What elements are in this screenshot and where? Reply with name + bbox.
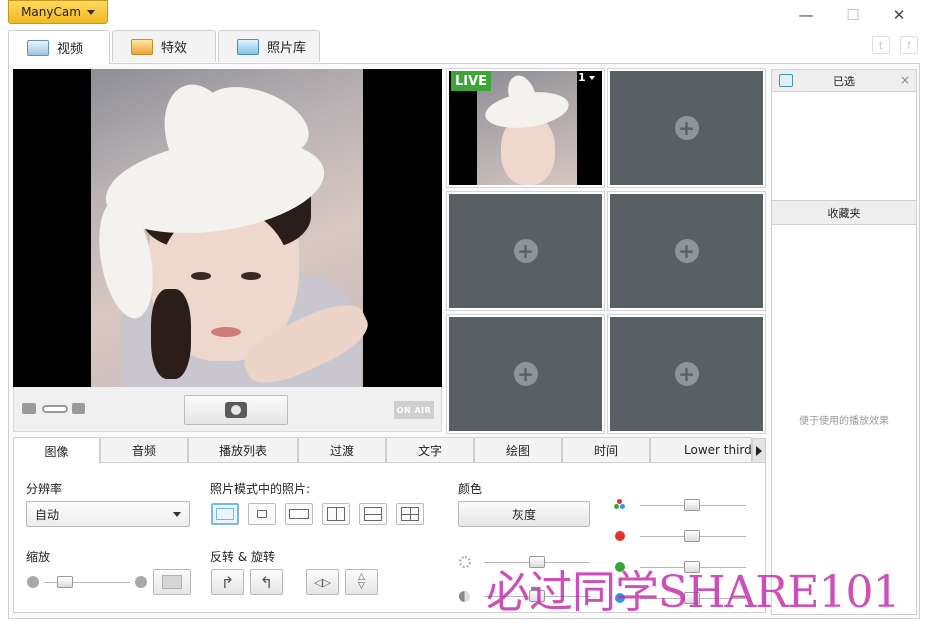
double-frame-icon <box>289 509 309 519</box>
gallery-icon <box>237 38 259 55</box>
minimize-button[interactable]: — <box>784 4 828 26</box>
effects-image-icon <box>131 38 153 55</box>
selected-panel <box>771 69 917 615</box>
red-slider-thumb[interactable] <box>684 530 700 542</box>
add-source-icon[interactable]: + <box>674 116 699 140</box>
photo-mode-label: 照片模式中的照片: <box>210 482 311 496</box>
flip-rotate-label: 反转 & 旋转 <box>210 550 275 564</box>
webcam-icon <box>27 39 49 56</box>
flip-horizontal-icon: ◁▷ <box>314 575 331 589</box>
resolution-select[interactable]: 自动 <box>26 501 190 527</box>
add-source-icon[interactable]: + <box>674 239 699 263</box>
grayscale-button[interactable]: 灰度 <box>458 501 590 527</box>
brightness-icon <box>459 556 471 568</box>
live-slot-4[interactable]: + <box>607 191 766 311</box>
tab-effects-label: 特效 <box>161 41 188 56</box>
live-slot-2[interactable]: + <box>607 68 766 188</box>
photo-mode-double-button[interactable] <box>285 503 313 525</box>
subtab-image[interactable]: 图像 <box>13 437 100 464</box>
camera-feed-image <box>90 69 376 387</box>
zoom-slider-thumb[interactable] <box>57 576 73 588</box>
rotate-left-button[interactable]: ↰ <box>250 569 283 595</box>
camera-icon <box>225 402 247 418</box>
rotate-left-icon: ↰ <box>259 572 274 592</box>
slot-number-dropdown[interactable]: 1 <box>578 71 595 84</box>
zoom-label: 缩放 <box>26 550 51 564</box>
camera-preview[interactable] <box>13 69 442 387</box>
color-label: 颜色 <box>458 482 483 496</box>
rgb-balance-icon <box>614 499 626 511</box>
frame-icon <box>162 575 182 589</box>
add-source-icon[interactable]: + <box>674 362 699 386</box>
grayscale-button-label: 灰度 <box>511 507 536 522</box>
video-camera-icon[interactable] <box>22 403 36 414</box>
twitter-icon[interactable]: t <box>872 36 890 54</box>
tab-gallery[interactable]: 照片库 <box>218 30 320 62</box>
on-air-indicator[interactable]: ON AIR <box>394 401 434 419</box>
photo-mode-single-button[interactable] <box>248 503 276 525</box>
split-vertical-icon <box>327 507 345 521</box>
rotate-right-button[interactable]: ↱ <box>211 569 244 595</box>
snapshot-button[interactable] <box>184 395 288 425</box>
zoom-reset-button[interactable] <box>153 569 191 595</box>
app-menu-button[interactable]: ManyCam <box>8 0 108 24</box>
close-icon[interactable]: × <box>900 73 910 87</box>
live-slot-5[interactable]: + <box>446 314 605 434</box>
rotate-right-icon: ↱ <box>220 572 235 592</box>
split-quad-icon <box>401 507 419 521</box>
tab-video-label: 视频 <box>57 42 84 57</box>
flip-horizontal-button[interactable]: ◁▷ <box>306 569 339 595</box>
close-button[interactable]: ✕ <box>877 4 921 26</box>
subtab-playlist[interactable]: 播放列表 <box>188 437 298 463</box>
subtab-audio[interactable]: 音频 <box>100 437 188 463</box>
selected-panel-title: 已选 <box>833 74 855 88</box>
split-vertical-button[interactable] <box>322 503 350 525</box>
chevron-right-icon <box>756 445 762 456</box>
favorites-empty-hint: 便于使用的播放效果 <box>799 416 889 427</box>
split-quad-button[interactable] <box>396 503 424 525</box>
photo-video-toggle[interactable] <box>42 405 68 413</box>
live-slot-6[interactable]: + <box>607 314 766 434</box>
resolution-label: 分辨率 <box>26 482 63 496</box>
tab-effects[interactable]: 特效 <box>112 30 216 62</box>
favorites-title: 收藏夹 <box>827 206 861 220</box>
selected-panel-header: 已选 × <box>772 70 916 92</box>
flip-vertical-button[interactable]: △ ▽ <box>345 569 378 595</box>
photo-camera-icon[interactable] <box>72 403 85 414</box>
add-source-icon[interactable]: + <box>513 239 538 263</box>
app-menu-label: ManyCam <box>21 5 81 19</box>
contrast-icon <box>459 591 470 602</box>
facebook-icon[interactable]: f <box>900 36 918 54</box>
zoom-in-icon[interactable] <box>135 576 147 588</box>
subtab-transition[interactable]: 过渡 <box>298 437 386 463</box>
single-frame-icon <box>257 510 267 518</box>
chevron-down-icon <box>173 511 181 517</box>
watermark-text: 必过同学SHARE101 <box>486 567 901 618</box>
subtab-drawing[interactable]: 绘图 <box>474 437 562 463</box>
saturation-slider-thumb[interactable] <box>684 499 700 511</box>
maximize-button[interactable]: ☐ <box>831 4 875 26</box>
tab-gallery-label: 照片库 <box>267 41 307 56</box>
subtab-lower-third[interactable]: Lower third <box>650 437 752 463</box>
tab-video[interactable]: 视频 <box>8 30 110 64</box>
photo-mode-full-button[interactable] <box>211 503 239 525</box>
tabs-scroll-right-button[interactable] <box>752 438 766 463</box>
subtab-text[interactable]: 文字 <box>386 437 474 463</box>
full-frame-icon <box>216 508 234 520</box>
live-slot-3[interactable]: + <box>446 191 605 311</box>
red-channel-icon <box>615 531 625 541</box>
flip-vertical-icon: △ ▽ <box>358 572 365 591</box>
subtab-time[interactable]: 时间 <box>562 437 650 463</box>
resolution-value: 自动 <box>35 507 60 522</box>
zoom-out-icon[interactable] <box>27 576 39 588</box>
split-horizontal-button[interactable] <box>359 503 387 525</box>
chevron-down-icon <box>86 9 95 15</box>
favorites-header: 收藏夹 <box>772 200 916 225</box>
live-badge: LIVE <box>451 71 491 91</box>
chevron-down-icon <box>588 75 595 80</box>
add-source-icon[interactable]: + <box>513 362 538 386</box>
split-horizontal-icon <box>364 507 382 521</box>
eye-icon[interactable] <box>779 74 793 87</box>
slot-number: 1 <box>578 71 586 84</box>
